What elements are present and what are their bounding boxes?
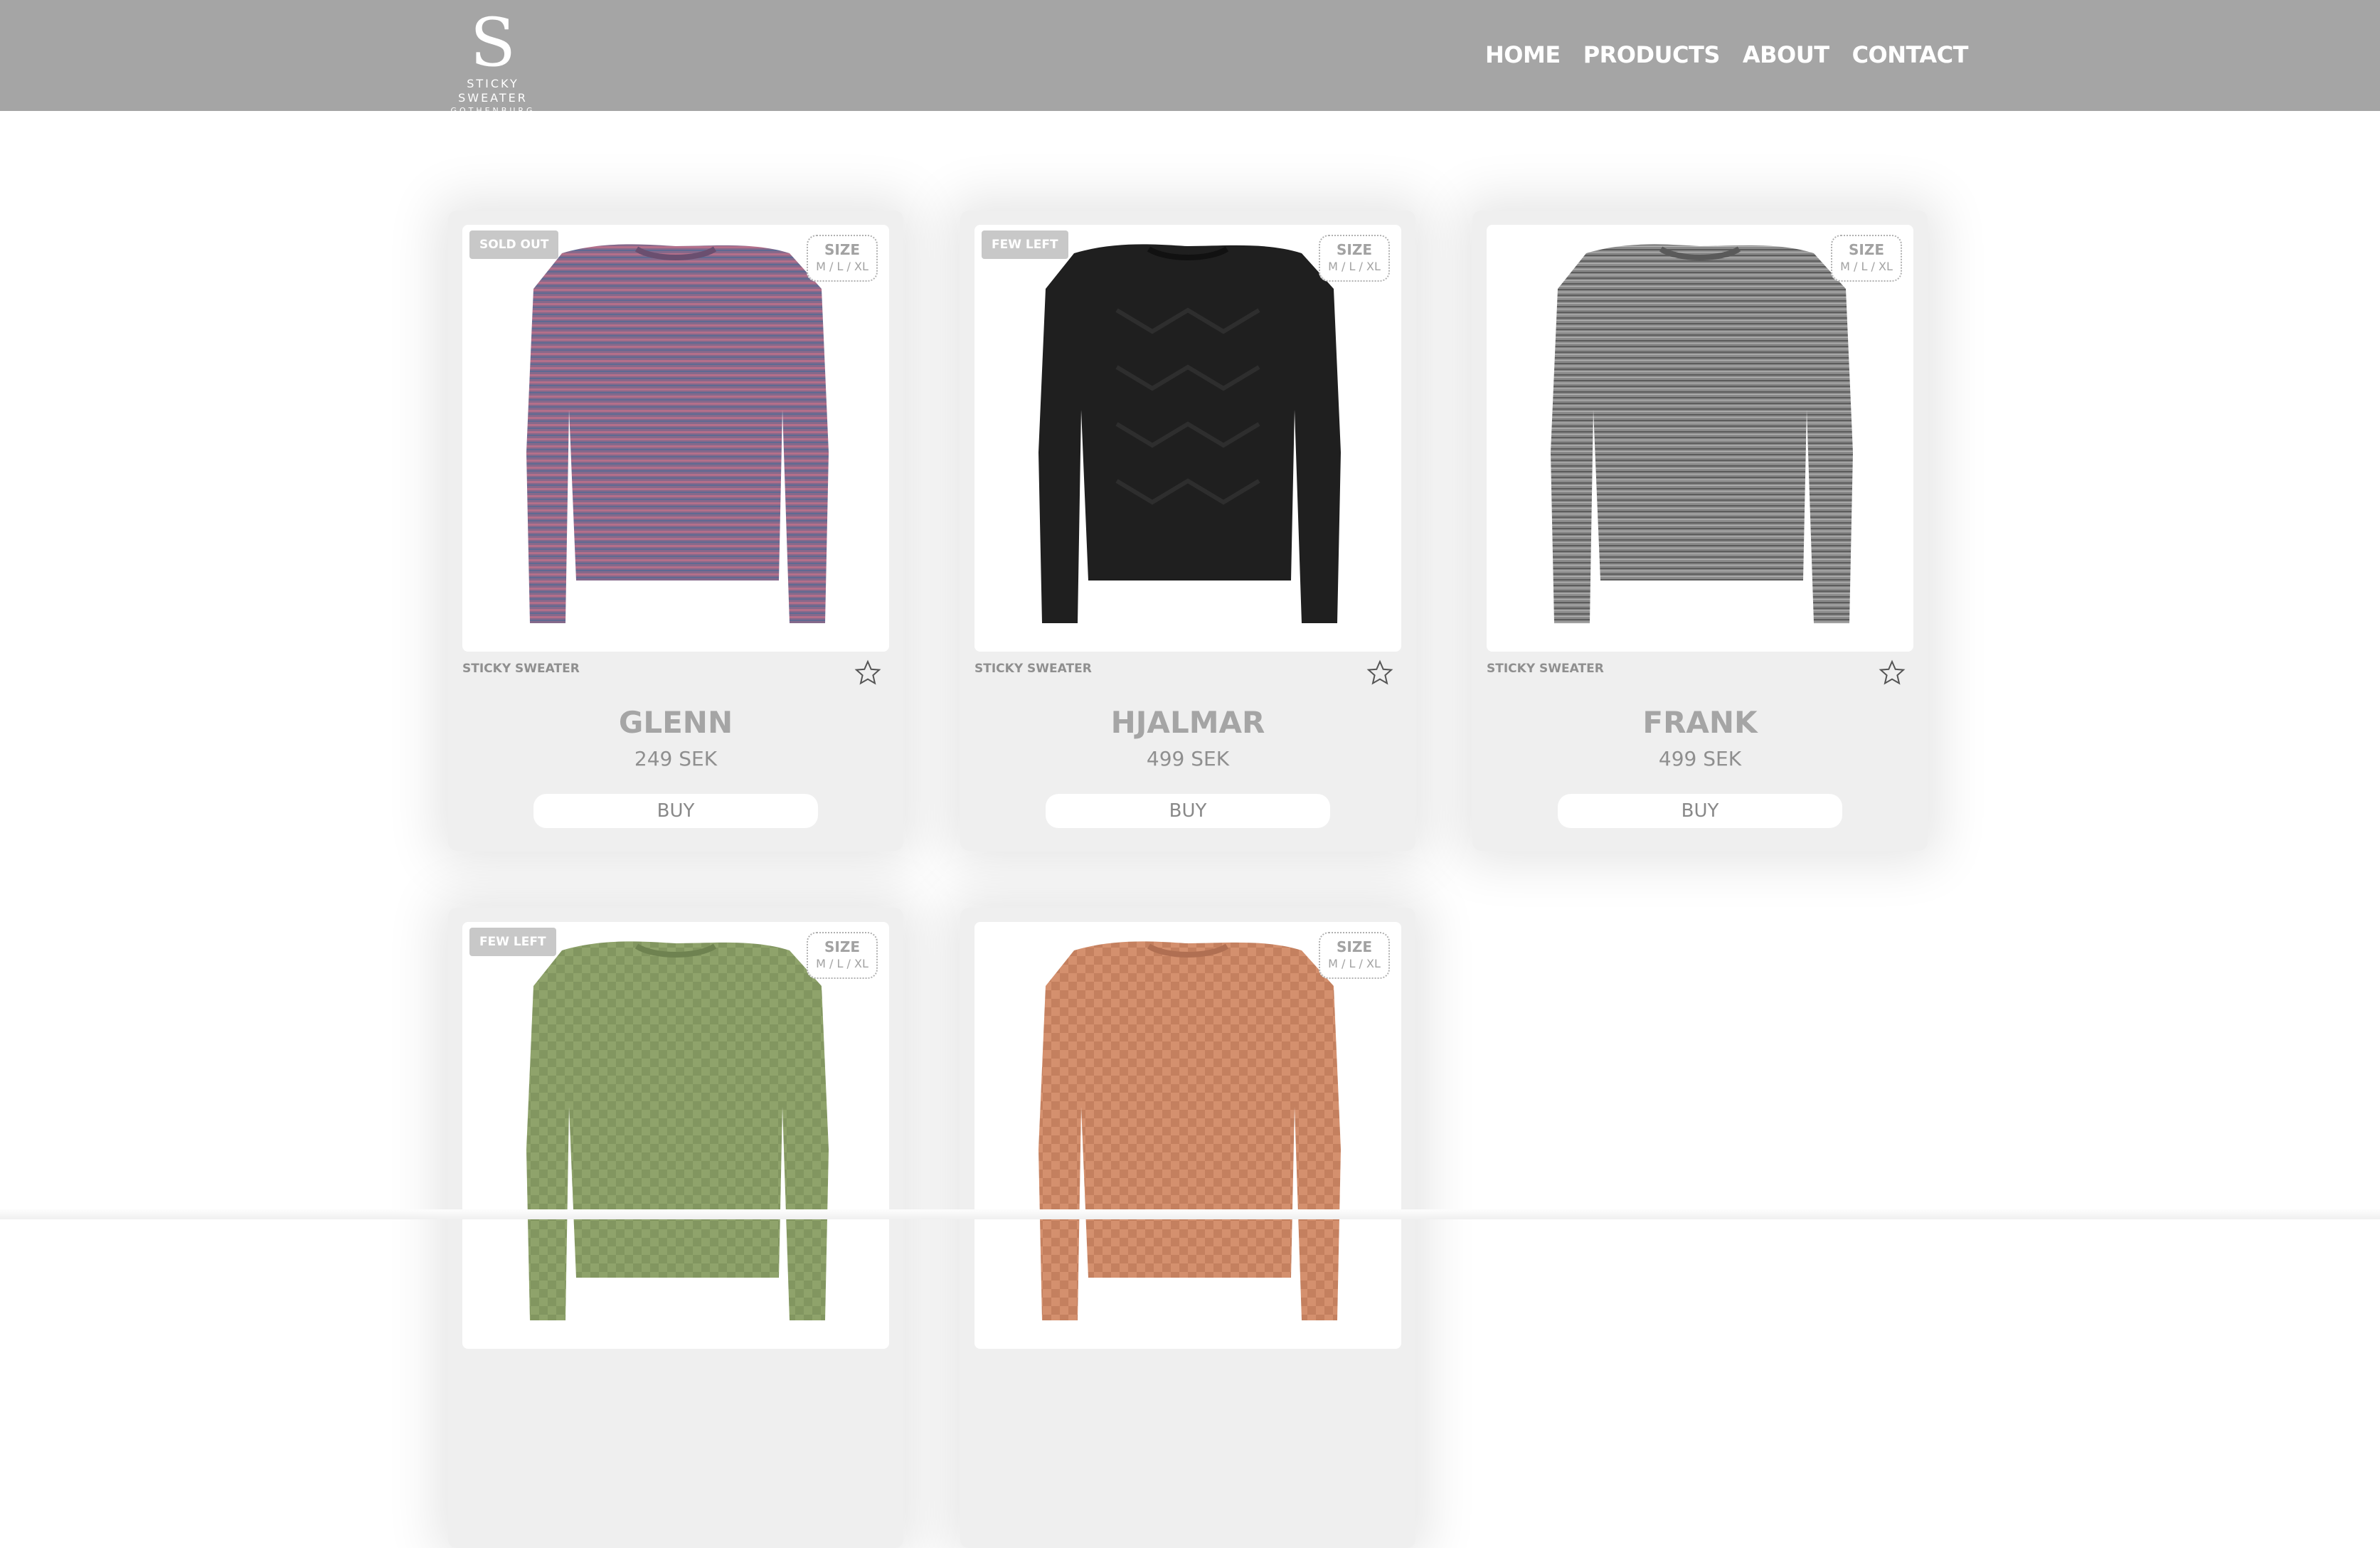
nav-home[interactable]: HOME — [1485, 37, 1561, 73]
stock-badge: FEW LEFT — [982, 230, 1068, 259]
size-tag: SIZE M / L / XL — [807, 235, 878, 282]
product-photo[interactable]: FEW LEFT SIZE M / L / XL — [974, 225, 1401, 652]
size-title: SIZE — [1848, 241, 1884, 258]
sweater-image — [1551, 244, 1853, 623]
product-brand: STICKY SWEATER — [1487, 662, 1604, 676]
star-icon[interactable] — [854, 659, 882, 687]
product-card: SIZE M / L / XL — [960, 908, 1415, 1548]
star-icon[interactable] — [1878, 659, 1906, 687]
product-name: GLENN — [618, 705, 733, 740]
main-nav: HOME PRODUCTS ABOUT CONTACT — [1485, 37, 1968, 73]
sweater-image — [1038, 941, 1341, 1320]
stock-badge: SOLD OUT — [469, 230, 559, 259]
nav-contact[interactable]: CONTACT — [1852, 37, 1969, 73]
product-card: SIZE M / L / XL STICKY SWEATER FRANK 499… — [1472, 211, 1928, 851]
stock-badge: FEW LEFT — [469, 928, 556, 956]
product-brand: STICKY SWEATER — [462, 662, 580, 676]
size-title: SIZE — [1336, 241, 1372, 258]
logo-mark: S — [469, 4, 516, 82]
buy-button[interactable]: BUY — [533, 794, 818, 828]
logo-brand-name: STICKY SWEATER — [458, 77, 528, 105]
size-title: SIZE — [824, 241, 860, 258]
product-brand: STICKY SWEATER — [974, 662, 1092, 676]
size-tag: SIZE M / L / XL — [1319, 932, 1390, 979]
product-photo[interactable]: FEW LEFT SIZE M / L / XL — [462, 922, 889, 1349]
product-photo[interactable]: SIZE M / L / XL — [1487, 225, 1913, 652]
buy-button[interactable]: BUY — [1558, 794, 1842, 828]
product-price: 249 SEK — [634, 747, 718, 770]
sweater-image — [526, 244, 829, 623]
size-title: SIZE — [1336, 938, 1372, 955]
size-values: M / L / XL — [816, 260, 868, 273]
product-card: FEW LEFT SIZE M / L / XL — [448, 908, 903, 1548]
size-tag: SIZE M / L / XL — [1319, 235, 1390, 282]
product-photo[interactable]: SOLD OUT SIZE M / L / XL — [462, 225, 889, 652]
product-price: 499 SEK — [1658, 747, 1742, 770]
product-card: SOLD OUT SIZE M / L / XL STICKY SWEATER … — [448, 211, 903, 851]
size-values: M / L / XL — [1840, 260, 1893, 273]
size-title: SIZE — [824, 938, 860, 955]
nav-about[interactable]: ABOUT — [1743, 37, 1829, 73]
star-icon[interactable] — [1366, 659, 1394, 687]
product-name: HJALMAR — [1110, 705, 1265, 740]
size-tag: SIZE M / L / XL — [807, 932, 878, 979]
size-values: M / L / XL — [1328, 260, 1381, 273]
product-price: 499 SEK — [1146, 747, 1230, 770]
page-bottom-edge — [0, 1209, 2380, 1219]
site-header: S STICKY SWEATER GOTHENBURG HOME PRODUCT… — [0, 0, 2380, 116]
product-photo[interactable]: SIZE M / L / XL — [974, 922, 1401, 1349]
nav-products[interactable]: PRODUCTS — [1583, 37, 1721, 73]
sweater-image — [1038, 244, 1341, 623]
product-card: FEW LEFT SIZE M / L / XL STICKY SWEATER … — [960, 211, 1415, 851]
size-tag: SIZE M / L / XL — [1831, 235, 1902, 282]
buy-button[interactable]: BUY — [1046, 794, 1330, 828]
size-values: M / L / XL — [816, 957, 868, 970]
logo-city: GOTHENBURG — [450, 106, 536, 115]
size-values: M / L / XL — [1328, 957, 1381, 970]
product-name: FRANK — [1642, 705, 1758, 740]
sweater-image — [526, 941, 829, 1320]
brand-logo[interactable]: S STICKY SWEATER GOTHENBURG — [432, 4, 553, 116]
